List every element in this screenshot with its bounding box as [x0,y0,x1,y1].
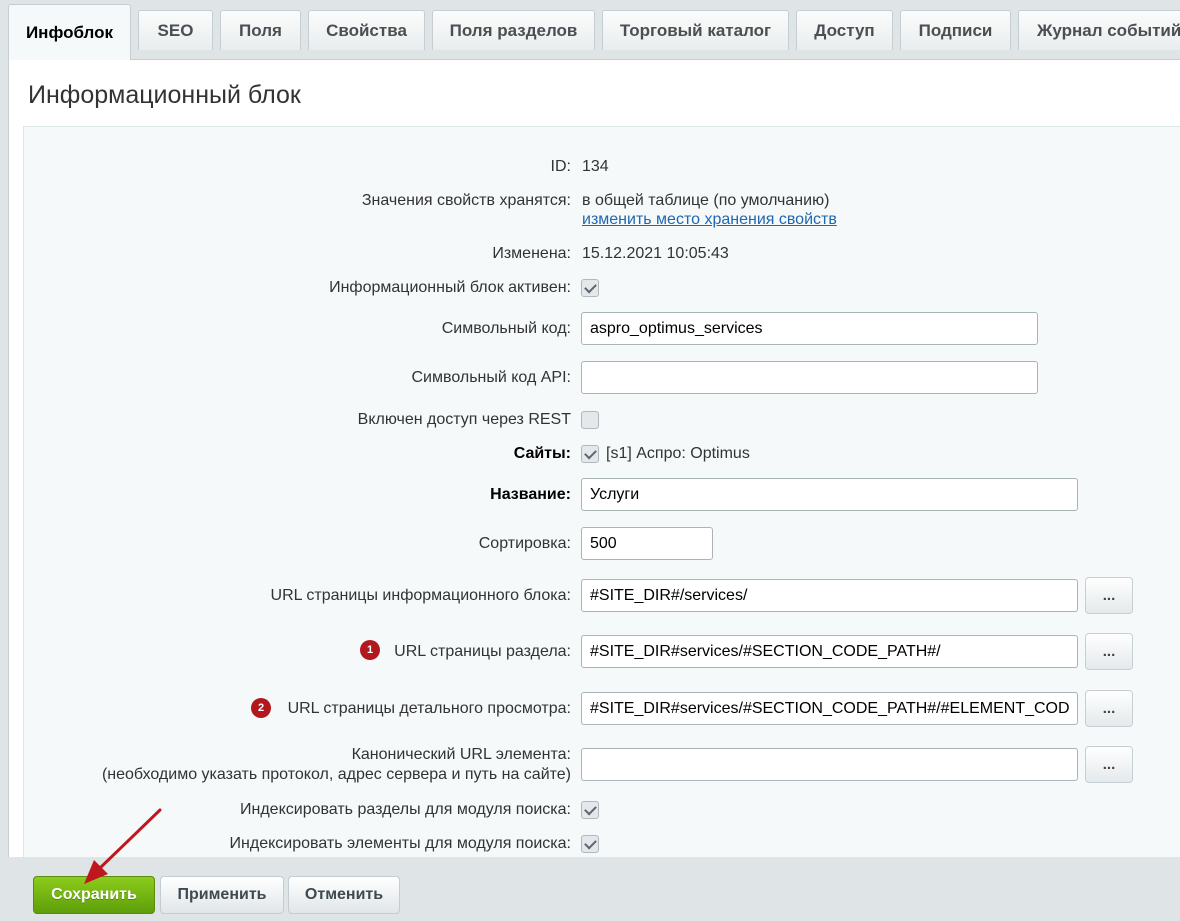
tab-infoblock[interactable]: Инфоблок [8,4,131,60]
form-rows: ID: 134 Значения свойств хранятся: в общ… [1,1,1180,921]
storage-label: Значения свойств хранятся: [361,192,571,209]
canonical-hint: (необходимо указать протокол, адрес серв… [101,766,571,783]
active-label: Информационный блок активен: [329,279,571,296]
detail-url-input[interactable] [581,692,1078,725]
code-label: Символьный код: [441,320,571,337]
badge-1: 1 [360,640,380,660]
code-input[interactable] [581,312,1038,345]
api-code-input[interactable] [581,361,1038,394]
canonical-url-input[interactable] [581,748,1078,781]
list-url-picker-button[interactable]: ... [1085,577,1133,614]
detail-url-picker-button[interactable]: ... [1085,690,1133,727]
change-storage-link[interactable]: изменить место хранения свойств [582,211,837,229]
index-elements-label: Индексировать элементы для модуля поиска… [229,835,571,852]
api-code-label: Символьный код API: [411,369,572,386]
list-url-label: URL страницы информационного блока: [270,587,571,604]
canonical-label: Канонический URL элемента: [351,746,571,763]
index-sections-label: Индексировать разделы для модуля поиска: [240,801,571,818]
index-sections-checkbox[interactable] [581,801,599,819]
id-value: 134 [582,158,609,175]
name-label: Название: [490,486,571,503]
active-checkbox[interactable] [581,279,599,297]
save-button[interactable]: Сохранить [33,876,155,914]
canonical-url-picker-button[interactable]: ... [1085,746,1133,783]
name-input[interactable] [581,478,1078,511]
detail-url-label: URL страницы детального просмотра: [287,700,571,717]
bottom-button-bar: Сохранить Применить Отменить [0,857,1180,920]
section-url-input[interactable] [581,635,1078,668]
site-s1-checkbox[interactable] [581,445,599,463]
list-url-input[interactable] [581,579,1078,612]
modified-value: 15.12.2021 10:05:43 [582,245,729,262]
sort-input[interactable] [581,527,713,560]
storage-value: в общей таблице (по умолчанию) [582,192,830,209]
apply-button[interactable]: Применить [160,876,284,914]
form-area: ID: 134 Значения свойств хранятся: в общ… [23,126,1180,867]
section-url-picker-button[interactable]: ... [1085,633,1133,670]
section-url-label: URL страницы раздела: [394,643,571,660]
id-label: ID: [550,158,571,175]
rest-label: Включен доступ через REST [357,411,571,428]
rest-checkbox[interactable] [581,411,599,429]
modified-label: Изменена: [492,245,571,262]
badge-2: 2 [251,698,271,718]
sort-label: Сортировка: [478,535,571,552]
sites-label: Сайты: [513,445,571,462]
index-elements-checkbox[interactable] [581,835,599,853]
site-s1-label: [s1] Аспро: Optimus [606,445,750,462]
cancel-button[interactable]: Отменить [288,876,400,914]
main-panel: Информационный блок ID: 134 Значения сво… [8,59,1180,867]
